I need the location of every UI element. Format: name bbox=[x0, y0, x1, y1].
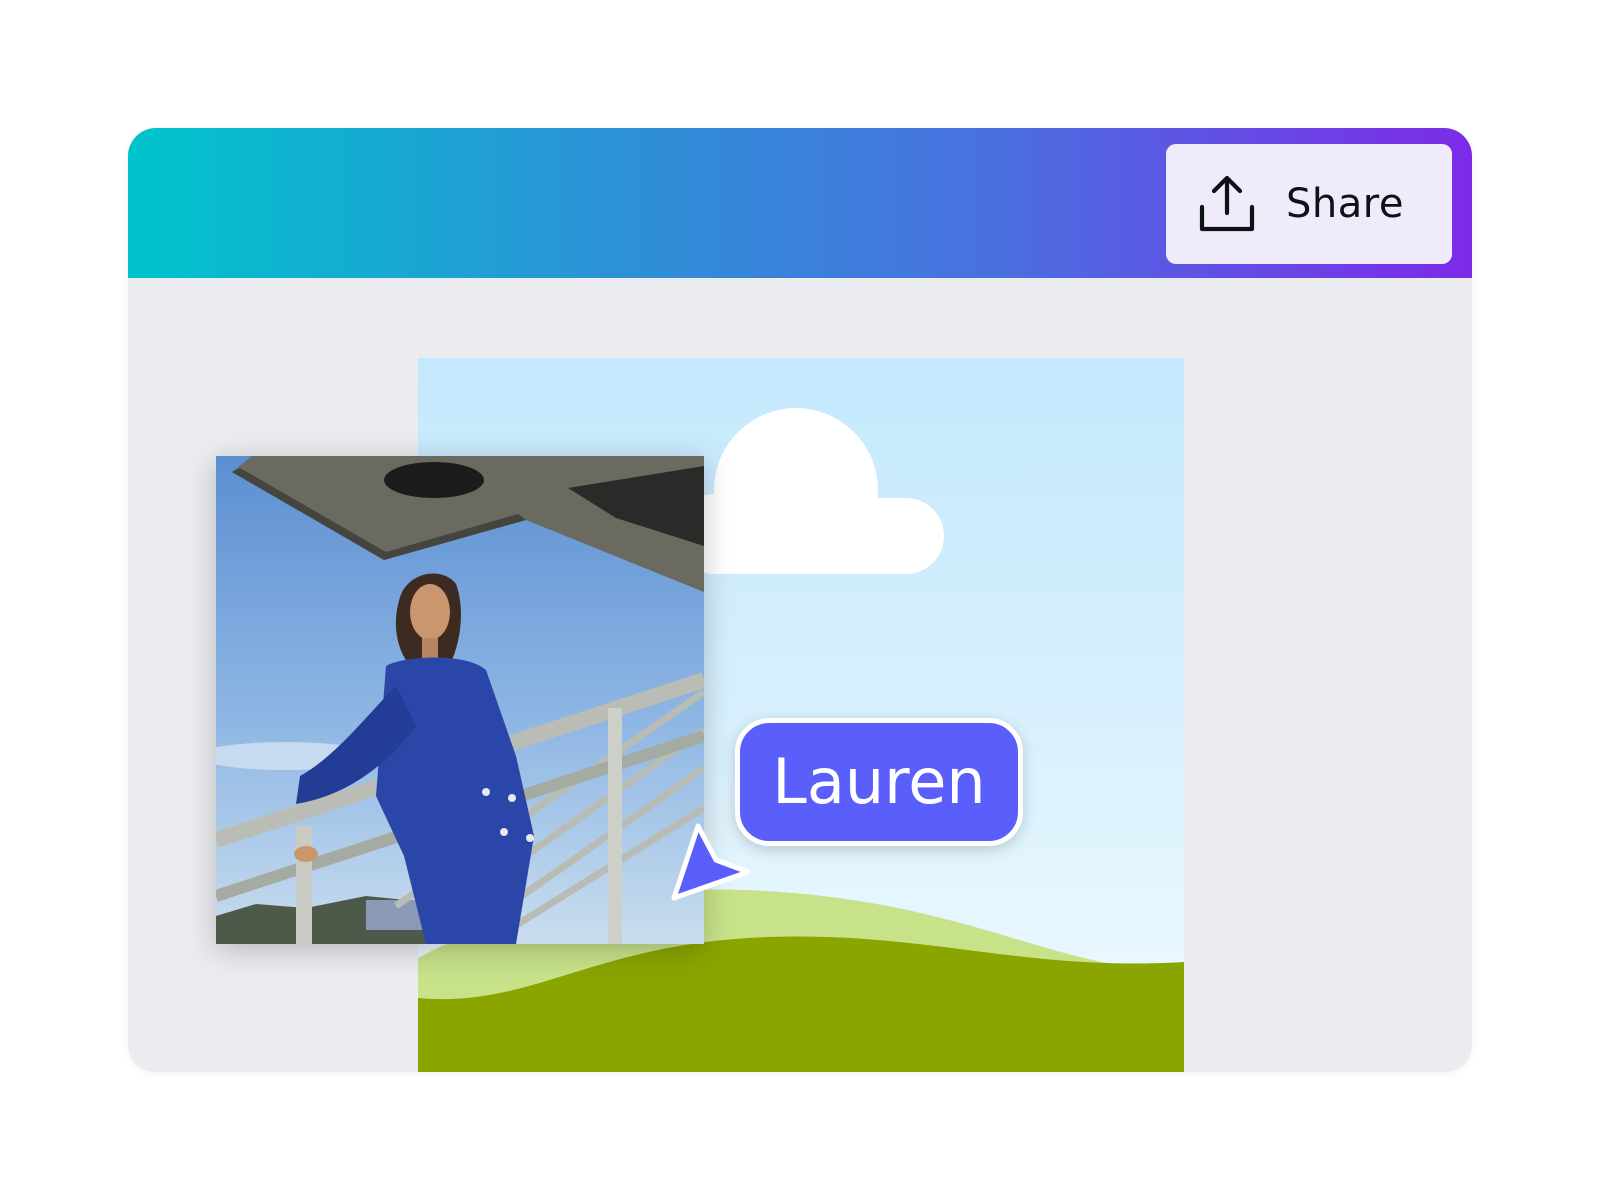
collaborator-name: Lauren bbox=[772, 745, 986, 818]
share-button[interactable]: Share bbox=[1166, 144, 1452, 264]
upload-icon bbox=[1198, 173, 1256, 235]
cloud-shape bbox=[674, 408, 944, 574]
fashion-photo[interactable] bbox=[216, 456, 704, 944]
share-button-label: Share bbox=[1286, 181, 1404, 227]
top-toolbar: Share bbox=[128, 128, 1472, 278]
collaborator-name-tag: Lauren bbox=[735, 718, 1023, 846]
